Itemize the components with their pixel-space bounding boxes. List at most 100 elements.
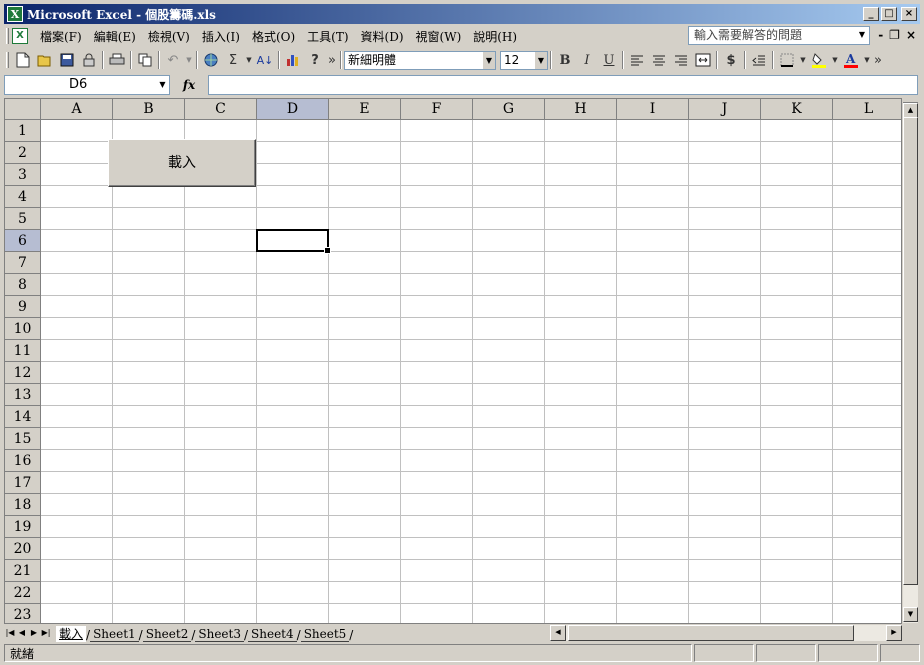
font-size-dropdown-icon[interactable]: ▼	[534, 51, 547, 69]
row-header[interactable]: 21	[5, 560, 41, 582]
sheet-tab[interactable]: Sheet5	[300, 626, 350, 642]
worksheet-grid[interactable]: A B C D E F G H I J K L 1 2 3 4 5 6 7 8 9 10 11 12 13 14 15 16 17 18 1…	[4, 98, 902, 624]
active-cell[interactable]	[256, 229, 331, 254]
scroll-left-button[interactable]: ◀	[550, 625, 566, 641]
undo-icon[interactable]: ↶	[162, 49, 184, 71]
row-header[interactable]: 3	[5, 164, 41, 186]
autosum-icon[interactable]: Σ	[222, 49, 244, 71]
name-box-dropdown-icon[interactable]: ▼	[156, 76, 169, 93]
sheet-tab[interactable]: 載入	[56, 626, 87, 642]
menu-item[interactable]: 插入(I)	[196, 28, 246, 45]
column-header[interactable]: F	[401, 99, 473, 120]
decrease-indent-icon[interactable]	[748, 49, 770, 71]
scroll-up-button[interactable]: ▲	[903, 103, 918, 118]
minimize-button[interactable]: _	[863, 7, 879, 21]
borders-dropdown-icon[interactable]: ▼	[798, 49, 808, 71]
currency-button[interactable]: $	[720, 49, 742, 71]
insert-function-icon[interactable]: fx	[170, 78, 208, 92]
row-header[interactable]: 5	[5, 208, 41, 230]
column-header[interactable]: J	[689, 99, 761, 120]
row-header[interactable]: 12	[5, 362, 41, 384]
sheet-tab[interactable]: Sheet2	[142, 626, 192, 642]
row-header[interactable]: 17	[5, 472, 41, 494]
column-header[interactable]: H	[545, 99, 617, 120]
select-all-corner[interactable]	[5, 99, 41, 120]
workbook-icon[interactable]: X	[12, 28, 28, 44]
close-button[interactable]: ×	[901, 7, 917, 21]
sheet-tab[interactable]: Sheet3	[195, 626, 244, 642]
help-question-input[interactable]: 輸入需要解答的問題	[688, 26, 870, 45]
font-name-dropdown-icon[interactable]: ▼	[482, 51, 495, 69]
copy-icon[interactable]	[134, 49, 156, 71]
row-header[interactable]: 23	[5, 604, 41, 623]
maximize-button[interactable]: □	[881, 7, 897, 21]
row-header[interactable]: 22	[5, 582, 41, 604]
horizontal-scroll-thumb[interactable]	[568, 625, 854, 641]
menu-item[interactable]: 視窗(W)	[410, 28, 468, 45]
first-sheet-icon[interactable]: |◀	[4, 626, 16, 640]
fill-color-icon[interactable]	[808, 49, 830, 71]
sheet-tab[interactable]: Sheet1	[90, 626, 139, 642]
italic-button[interactable]: I	[576, 49, 598, 71]
underline-button[interactable]: U	[598, 49, 620, 71]
font-color-icon[interactable]: A	[840, 49, 862, 71]
menu-item[interactable]: 編輯(E)	[88, 28, 142, 45]
font-size-select[interactable]: 12 ▼	[500, 50, 548, 70]
row-header[interactable]: 14	[5, 406, 41, 428]
column-header[interactable]: I	[617, 99, 689, 120]
vertical-scroll-thumb[interactable]	[903, 117, 918, 585]
help-icon[interactable]: ?	[304, 49, 326, 71]
merge-center-icon[interactable]	[692, 49, 714, 71]
hyperlink-icon[interactable]	[200, 49, 222, 71]
formula-input[interactable]	[208, 75, 918, 95]
help-dropdown-icon[interactable]: ▼	[856, 27, 868, 43]
row-header[interactable]: 6	[5, 230, 41, 252]
row-header[interactable]: 18	[5, 494, 41, 516]
sheet-tab[interactable]: Sheet4	[248, 626, 297, 642]
column-header[interactable]: K	[761, 99, 833, 120]
menubar-grip[interactable]	[6, 28, 9, 44]
print-icon[interactable]	[106, 49, 128, 71]
column-header[interactable]: A	[41, 99, 113, 120]
row-header[interactable]: 15	[5, 428, 41, 450]
workbook-close-button[interactable]: ×	[906, 28, 916, 42]
row-header[interactable]: 8	[5, 274, 41, 296]
chart-wizard-icon[interactable]	[282, 49, 304, 71]
column-header[interactable]: L	[833, 99, 901, 120]
menu-item[interactable]: 檔案(F)	[34, 28, 88, 45]
scroll-down-button[interactable]: ▼	[903, 607, 918, 622]
row-header[interactable]: 20	[5, 538, 41, 560]
align-right-icon[interactable]	[670, 49, 692, 71]
vertical-scrollbar[interactable]: ▲ ▼	[902, 98, 919, 624]
row-header[interactable]: 1	[5, 120, 41, 142]
prev-sheet-icon[interactable]: ◀	[16, 626, 28, 640]
align-center-icon[interactable]	[648, 49, 670, 71]
column-header[interactable]: E	[329, 99, 401, 120]
permission-icon[interactable]	[78, 49, 100, 71]
last-sheet-icon[interactable]: ▶|	[40, 626, 52, 640]
workbook-restore-button[interactable]: ❐	[889, 28, 900, 42]
menu-item[interactable]: 工具(T)	[301, 28, 354, 45]
toolbar-grip[interactable]	[6, 52, 9, 68]
scroll-right-button[interactable]: ▶	[886, 625, 902, 641]
workbook-minimize-button[interactable]: -	[878, 28, 883, 42]
align-left-icon[interactable]	[626, 49, 648, 71]
fill-color-dropdown-icon[interactable]: ▼	[830, 49, 840, 71]
toolbar-overflow-icon[interactable]: »	[872, 49, 884, 71]
column-header[interactable]: C	[185, 99, 257, 120]
row-header[interactable]: 9	[5, 296, 41, 318]
excel-app-icon[interactable]: X	[7, 6, 23, 22]
borders-icon[interactable]	[776, 49, 798, 71]
menu-item[interactable]: 資料(D)	[355, 28, 410, 45]
menu-item[interactable]: 格式(O)	[246, 28, 301, 45]
column-header[interactable]: B	[113, 99, 185, 120]
row-header[interactable]: 2	[5, 142, 41, 164]
menu-item[interactable]: 檢視(V)	[142, 28, 196, 45]
horizontal-scrollbar[interactable]: ◀ ▶	[550, 625, 902, 641]
font-color-dropdown-icon[interactable]: ▼	[862, 49, 872, 71]
undo-dropdown-icon[interactable]: ▼	[184, 49, 194, 71]
new-document-icon[interactable]	[12, 49, 34, 71]
column-header[interactable]: D	[257, 99, 329, 120]
row-header[interactable]: 13	[5, 384, 41, 406]
row-header[interactable]: 11	[5, 340, 41, 362]
